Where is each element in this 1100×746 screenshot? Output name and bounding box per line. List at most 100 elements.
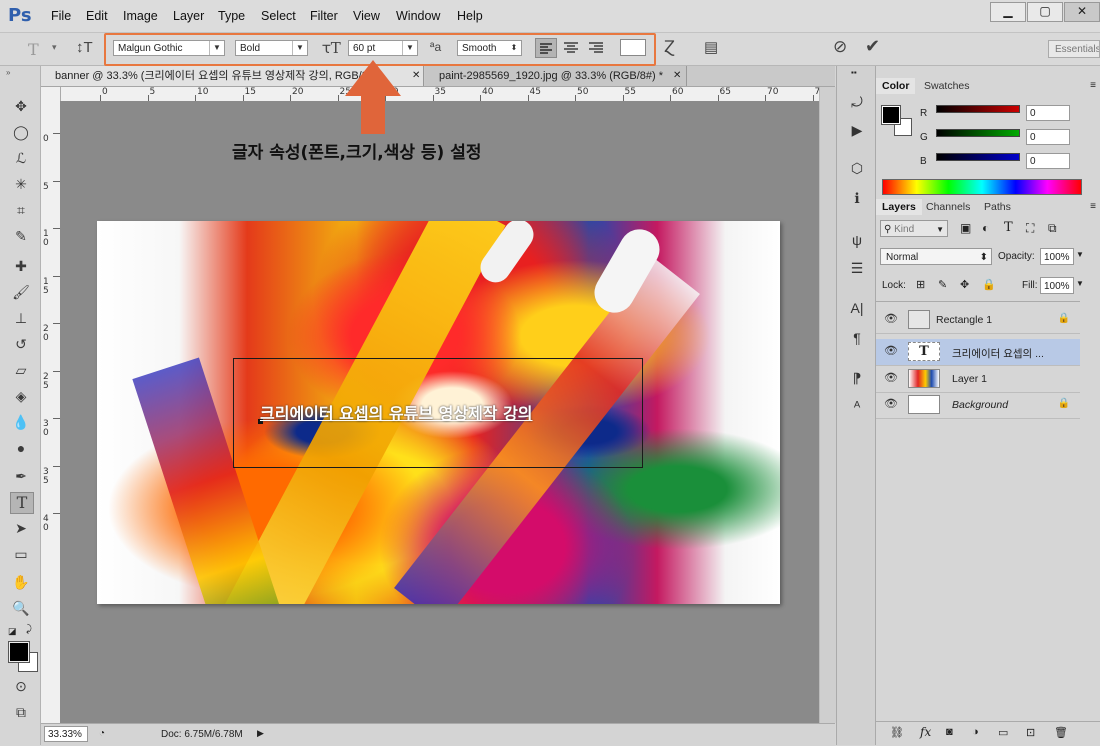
path-select-tool-icon[interactable]: ➤ bbox=[10, 518, 32, 538]
menu-help[interactable]: Help bbox=[457, 9, 483, 23]
opacity-input[interactable]: 100% bbox=[1040, 248, 1074, 265]
new-layer-icon[interactable]: ⊡ bbox=[1026, 726, 1035, 739]
swap-colors-icon[interactable]: ⤸ bbox=[26, 624, 32, 635]
warp-text-icon[interactable]: Ɀ bbox=[664, 37, 675, 57]
tab-paint[interactable]: paint-2985569_1920.jpg @ 33.3% (RGB/8#) … bbox=[425, 66, 687, 86]
lock-all-icon[interactable]: 🔒 bbox=[982, 278, 996, 291]
minimize-button[interactable]: ▁ bbox=[990, 2, 1026, 22]
hand-tool-icon[interactable]: ✋ bbox=[10, 572, 32, 592]
rectangle-tool-icon[interactable]: ▭ bbox=[10, 544, 32, 564]
tab-paths[interactable]: Paths bbox=[978, 199, 1017, 215]
info-panel-icon[interactable]: ℹ bbox=[847, 188, 867, 208]
fill-input[interactable]: 100% bbox=[1040, 277, 1074, 294]
layer-filter-select[interactable]: ⚲ Kind ▼ bbox=[880, 220, 948, 237]
brush-tool-icon[interactable]: 🖌 bbox=[10, 282, 32, 302]
history-panel-icon[interactable]: ⤾ bbox=[847, 92, 867, 112]
foreground-color-swatch[interactable] bbox=[8, 641, 30, 663]
new-group-icon[interactable]: ▭ bbox=[998, 726, 1008, 739]
close-tab-icon[interactable]: ✕ bbox=[673, 70, 681, 81]
menu-image[interactable]: Image bbox=[123, 9, 158, 23]
layer-style-icon[interactable]: fx bbox=[920, 725, 931, 739]
artwork-title-text[interactable]: 크리에이터 요셉의 유튜브 영상제작 강의 bbox=[260, 400, 640, 424]
add-mask-icon[interactable]: ◙ bbox=[946, 726, 953, 738]
crop-tool-icon[interactable]: ⌗ bbox=[10, 200, 32, 220]
type-tool-preset-icon[interactable]: T bbox=[28, 40, 39, 59]
menu-filter[interactable]: Filter bbox=[310, 9, 338, 23]
blur-tool-icon[interactable]: 💧 bbox=[10, 412, 32, 432]
quick-select-tool-icon[interactable]: ✳ bbox=[10, 174, 32, 194]
marquee-tool-icon[interactable]: ◯ bbox=[10, 122, 32, 142]
chevron-right-icon[interactable]: ▶ bbox=[257, 728, 264, 739]
actions-panel-icon[interactable]: ▶ bbox=[847, 120, 867, 140]
menu-window[interactable]: Window bbox=[396, 9, 440, 23]
menu-type[interactable]: Type bbox=[218, 9, 245, 23]
tab-channels[interactable]: Channels bbox=[920, 199, 976, 215]
default-colors-icon[interactable]: ◪ bbox=[8, 626, 17, 637]
lock-transparent-icon[interactable]: ⊞ bbox=[916, 278, 925, 291]
adjustment-filter-icon[interactable]: ◐ bbox=[982, 221, 989, 235]
quick-mask-icon[interactable]: ⊙ bbox=[10, 676, 32, 696]
close-tab-icon[interactable]: ✕ bbox=[412, 70, 420, 81]
pen-tool-icon[interactable]: ✒ bbox=[10, 466, 32, 486]
layer-row[interactable]: 👁 Background 🔒 bbox=[876, 392, 1080, 419]
red-value-input[interactable]: 0 bbox=[1026, 105, 1070, 121]
menu-layer[interactable]: Layer bbox=[173, 9, 204, 23]
eye-icon[interactable]: 👁 bbox=[884, 371, 900, 384]
lasso-tool-icon[interactable]: ℒ bbox=[10, 148, 32, 168]
cancel-icon[interactable]: ⊘ bbox=[833, 37, 847, 57]
menu-select[interactable]: Select bbox=[261, 9, 296, 23]
link-layers-icon[interactable]: ⛓ bbox=[890, 726, 904, 739]
3d-panel-icon[interactable]: ⬡ bbox=[847, 158, 867, 178]
eye-icon[interactable]: 👁 bbox=[884, 312, 900, 325]
move-tool-icon[interactable]: ✥ bbox=[10, 96, 32, 116]
collapse-icon[interactable]: ▪▪ bbox=[851, 68, 857, 77]
zoom-tool-icon[interactable]: 🔍 bbox=[10, 598, 32, 618]
tab-layers[interactable]: Layers bbox=[876, 199, 922, 215]
lock-position-icon[interactable]: ✥ bbox=[960, 278, 969, 291]
panel-menu-icon[interactable]: ≡ bbox=[1090, 201, 1096, 212]
chevron-down-icon[interactable]: ▼ bbox=[1076, 279, 1084, 288]
maximize-button[interactable]: ▢ bbox=[1027, 2, 1063, 22]
dodge-tool-icon[interactable]: ● bbox=[10, 438, 32, 458]
smart-object-filter-icon[interactable]: ⧉ bbox=[1048, 221, 1057, 236]
chevron-down-icon[interactable]: ▼ bbox=[1076, 250, 1084, 259]
menu-file[interactable]: File bbox=[51, 9, 71, 23]
screen-mode-icon[interactable]: ⧉ bbox=[10, 702, 32, 722]
adjustments-icon[interactable]: ☰ bbox=[847, 258, 867, 278]
green-value-input[interactable]: 0 bbox=[1026, 129, 1070, 145]
pixel-filter-icon[interactable]: ▣ bbox=[960, 221, 971, 235]
blend-mode-select[interactable]: Normal ⬍ bbox=[880, 248, 992, 265]
green-slider[interactable] bbox=[936, 129, 1020, 137]
layer-row-selected[interactable]: 👁 T 크리에이터 요셉의 ... bbox=[876, 339, 1080, 366]
check-icon[interactable]: ✔ bbox=[865, 36, 880, 57]
eyedropper-tool-icon[interactable]: ✎ bbox=[10, 226, 32, 246]
menu-edit[interactable]: Edit bbox=[86, 9, 108, 23]
paragraph-panel-icon[interactable]: ¶ bbox=[847, 328, 867, 348]
character-styles-icon[interactable]: ⁋ bbox=[847, 368, 867, 388]
chevron-down-icon[interactable]: ▾ bbox=[52, 42, 57, 53]
clone-stamp-tool-icon[interactable]: ⊥ bbox=[10, 308, 32, 328]
paint-bucket-tool-icon[interactable]: ◈ bbox=[10, 386, 32, 406]
adjustment-layer-icon[interactable]: ◑ bbox=[972, 726, 979, 738]
blue-value-input[interactable]: 0 bbox=[1026, 153, 1070, 169]
panel-menu-icon[interactable]: ≡ bbox=[1090, 80, 1096, 91]
text-orientation-icon[interactable]: ↕T bbox=[76, 39, 93, 56]
layer-row[interactable]: 👁 Layer 1 bbox=[876, 366, 1080, 393]
color-spectrum[interactable] bbox=[882, 179, 1082, 195]
history-brush-tool-icon[interactable]: ↺ bbox=[10, 334, 32, 354]
tab-color[interactable]: Color bbox=[876, 78, 916, 94]
collapse-icon[interactable]: » bbox=[6, 68, 10, 77]
healing-brush-tool-icon[interactable]: ✚ bbox=[10, 256, 32, 276]
workspace-switcher[interactable]: Essentials bbox=[1048, 40, 1100, 58]
foreground-color-chip[interactable] bbox=[881, 105, 901, 125]
lock-pixels-icon[interactable]: ✎ bbox=[938, 278, 947, 291]
tab-swatches[interactable]: Swatches bbox=[918, 78, 976, 94]
eye-icon[interactable]: 👁 bbox=[884, 397, 900, 410]
paragraph-styles-icon[interactable]: ᴬ bbox=[847, 396, 867, 416]
menu-view[interactable]: View bbox=[353, 9, 380, 23]
status-info-icon[interactable]: ◔ bbox=[99, 728, 105, 739]
brush-presets-icon[interactable]: ψ bbox=[847, 230, 867, 250]
layer-row[interactable]: 👁 Rectangle 1 🔒 bbox=[876, 307, 1080, 334]
vertical-scrollbar[interactable] bbox=[819, 87, 836, 723]
close-window-button[interactable]: ✕ bbox=[1064, 2, 1100, 22]
